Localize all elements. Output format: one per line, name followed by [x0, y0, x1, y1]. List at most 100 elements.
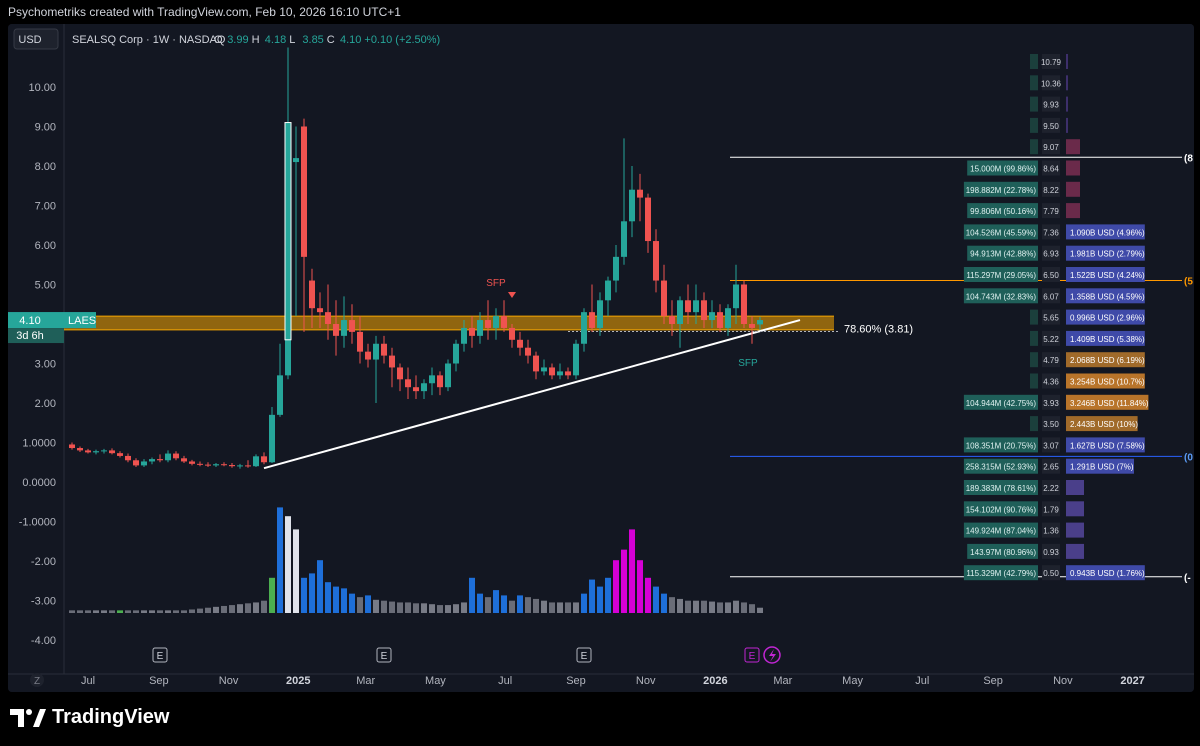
candle-body: [709, 312, 715, 321]
x-tick-label: May: [425, 675, 446, 687]
profile-right-label: 3.246B USD (11.84%): [1070, 399, 1149, 408]
candle-body: [237, 465, 243, 467]
candle-body: [661, 280, 667, 317]
x-tick-label: 2025: [286, 675, 310, 687]
candle-body: [629, 189, 635, 222]
profile-left-label: 94.913M (42.88%): [970, 250, 1036, 259]
profile-right-bar: [1066, 117, 1068, 133]
candle-body: [597, 300, 603, 328]
profile-price-label: 8.22: [1043, 186, 1059, 195]
candle-body: [405, 379, 411, 388]
y-tick-label: -3.00: [31, 596, 56, 608]
currency-button-label[interactable]: USD: [18, 34, 41, 46]
candle-body: [165, 453, 171, 461]
candle-body: [205, 464, 211, 466]
y-tick-label: 8.00: [35, 161, 56, 173]
candle-body: [653, 241, 659, 281]
volume-bar: [85, 610, 91, 613]
volume-bar: [493, 590, 499, 613]
candle-body: [285, 122, 291, 376]
fib-level-label: (-: [1184, 573, 1191, 584]
y-tick-label: -2.00: [31, 556, 56, 568]
price-chart[interactable]: 10.00 9.00 8.00 7.00 6.00 5.00 3.00 2.00 1.0000 0…: [8, 24, 1194, 692]
candle-body: [245, 465, 251, 467]
currency-button[interactable]: USD: [13, 28, 59, 50]
profile-left-bar: [1030, 117, 1038, 133]
volume-bar: [293, 529, 299, 613]
profile-right-label: 1.522B USD (4.24%): [1070, 271, 1145, 280]
profile-left-label: 15.000M (99.86%): [970, 165, 1036, 174]
profile-left-label: 104.526M (45.59%): [966, 228, 1037, 237]
profile-left-bar: [1030, 352, 1038, 368]
volume-bar: [557, 602, 563, 613]
volume-bar: [613, 560, 619, 613]
tradingview-logo[interactable]: TradingView: [10, 706, 169, 729]
y-tick-label: 7.00: [35, 201, 56, 213]
fib-level-label: (8: [1184, 153, 1193, 164]
candle-body: [373, 343, 379, 360]
profile-left-label: 258.315M (52.93%): [966, 463, 1037, 472]
candle-body: [277, 375, 283, 415]
volume-bar: [477, 593, 483, 613]
profile-left-bar: [1030, 309, 1038, 325]
candle-body: [749, 324, 755, 328]
earnings-marker-label[interactable]: E: [749, 651, 756, 662]
candle-body: [213, 464, 219, 466]
countdown-tag-label: 3d 6h: [16, 330, 44, 342]
profile-price-label: 1.79: [1043, 505, 1059, 514]
earnings-marker-label[interactable]: E: [581, 651, 588, 662]
volume-bar: [301, 577, 307, 613]
candle-body: [413, 387, 419, 392]
x-tick-label: Mar: [356, 675, 375, 687]
profile-right-bar: [1066, 75, 1068, 91]
price-tag-value: 4.10: [19, 315, 40, 327]
volume-bar: [165, 610, 171, 613]
earnings-marker-label[interactable]: E: [157, 651, 164, 662]
volume-bar: [597, 586, 603, 613]
volume-bar: [213, 606, 219, 613]
chart-panel[interactable]: 10.00 9.00 8.00 7.00 6.00 5.00 3.00 2.00 1.0000 0…: [8, 24, 1194, 692]
volume-bar: [197, 608, 203, 613]
candle-body: [181, 458, 187, 462]
profile-right-label: 1.291B USD (7%): [1070, 463, 1134, 472]
profile-right-bar: [1066, 54, 1068, 69]
volume-bar: [157, 610, 163, 613]
candle-body: [733, 284, 739, 309]
profile-price-label: 7.36: [1043, 228, 1059, 237]
timezone-button-label[interactable]: Z: [34, 676, 40, 687]
earnings-marker-label[interactable]: E: [381, 651, 388, 662]
x-tick-label: Jul: [498, 675, 512, 687]
candle-body: [157, 459, 163, 461]
profile-left-label: 198.882M (22.78%): [966, 186, 1037, 195]
volume-bar: [677, 598, 683, 613]
volume-bar: [149, 610, 155, 613]
volume-bar: [645, 577, 651, 613]
timezone-button[interactable]: Z: [30, 673, 44, 687]
candle-body: [549, 367, 555, 376]
ticker-tag-label: LAES: [68, 315, 96, 327]
x-tick-label: Nov: [219, 675, 239, 687]
profile-price-label: 3.07: [1043, 441, 1059, 450]
profile-right-bar: [1066, 480, 1084, 495]
candle-body: [461, 327, 467, 344]
volume-bar: [325, 582, 331, 613]
volume-bar: [341, 588, 347, 613]
candle-body: [341, 320, 347, 336]
candle-body: [117, 453, 123, 456]
profile-right-label: 1.981B USD (2.79%): [1070, 250, 1145, 259]
candle-body: [309, 280, 315, 309]
profile-right-label: 1.090B USD (4.96%): [1070, 228, 1145, 237]
volume-bar: [93, 610, 99, 613]
volume-bar: [565, 602, 571, 613]
chart-attribution: Psychometriks created with TradingView.c…: [0, 0, 1200, 24]
profile-price-label: 2.65: [1043, 463, 1059, 472]
volume-bar: [533, 598, 539, 613]
volume-bar: [573, 602, 579, 613]
volume-bar: [421, 603, 427, 613]
volume-bar: [77, 610, 83, 613]
profile-price-label: 9.50: [1043, 122, 1059, 131]
candle-body: [493, 316, 499, 328]
profile-right-label: 2.443B USD (10%): [1070, 420, 1138, 429]
candle-body: [509, 327, 515, 340]
candle-body: [141, 461, 147, 466]
